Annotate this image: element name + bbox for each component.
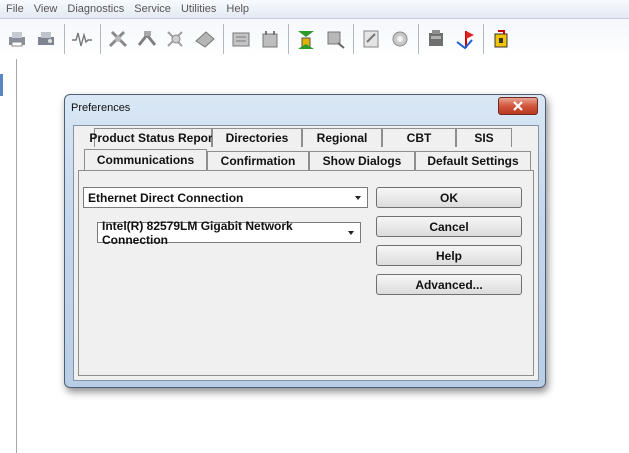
- connect-ecu-button[interactable]: [293, 24, 319, 54]
- printer-button[interactable]: [4, 24, 30, 54]
- diagnostic-tool-1-icon: [108, 30, 128, 48]
- connection-type-dropdown[interactable]: Ethernet Direct Connection: [83, 187, 368, 208]
- toolbar-separator: [288, 24, 289, 54]
- chevron-down-icon: [348, 231, 354, 235]
- toolbar-separator: [223, 24, 224, 54]
- settings-gear-icon: [392, 31, 408, 47]
- diagnostic-tool-3-button[interactable]: [163, 24, 189, 54]
- diagnostic-tool-4-button[interactable]: [192, 24, 218, 54]
- dialog-client-area: Product Status Report Directories Region…: [73, 125, 539, 381]
- toolbar: [0, 19, 629, 59]
- printer-icon: [9, 32, 25, 47]
- toolbar-separator: [64, 24, 65, 54]
- exit-icon: [494, 30, 508, 48]
- tab-regional[interactable]: Regional: [302, 128, 382, 147]
- network-adapter-value: Intel(R) 82579LM Gigabit Network Connect…: [102, 218, 293, 247]
- exit-button[interactable]: [488, 24, 514, 54]
- tab-default-settings[interactable]: Default Settings: [415, 151, 531, 170]
- waveform-icon: [72, 32, 92, 47]
- settings-gear-button[interactable]: [387, 24, 413, 54]
- diagnostic-tool-3-icon: [167, 31, 183, 47]
- manual-book-button[interactable]: [228, 24, 254, 54]
- left-edge-marker: [0, 74, 3, 96]
- toolbar-separator: [483, 24, 484, 54]
- tab-confirmation[interactable]: Confirmation: [207, 151, 309, 170]
- communications-tab-page: Ethernet Direct Connection Intel(R) 8257…: [78, 170, 534, 376]
- tab-show-dialogs[interactable]: Show Dialogs: [309, 151, 415, 170]
- menu-help[interactable]: Help: [221, 0, 254, 19]
- chevron-down-icon: [355, 196, 361, 200]
- data-transfer-icon: [327, 31, 345, 49]
- cancel-button[interactable]: Cancel: [376, 216, 522, 237]
- diagnostic-tool-2-button[interactable]: [134, 24, 160, 54]
- data-transfer-button[interactable]: [322, 24, 348, 54]
- tab-communications[interactable]: Communications: [84, 149, 207, 170]
- diagnostic-tool-2-icon: [137, 31, 157, 46]
- notepad-icon: [363, 30, 379, 48]
- connect-ecu-icon: [298, 31, 314, 49]
- module-test-icon: [262, 31, 278, 48]
- flag-button[interactable]: [452, 24, 478, 54]
- tab-sis[interactable]: SIS: [456, 128, 512, 147]
- waveform-button[interactable]: [69, 24, 95, 54]
- diagnostic-tool-1-button[interactable]: [105, 24, 131, 54]
- menu-diagnostics[interactable]: Diagnostics: [62, 0, 129, 19]
- printer-setup-button[interactable]: [33, 24, 59, 54]
- menu-file[interactable]: File: [1, 0, 29, 19]
- preferences-dialog: Preferences Product Status Report Direct…: [64, 94, 546, 388]
- connection-type-value: Ethernet Direct Connection: [88, 190, 244, 205]
- manual-book-icon: [232, 32, 250, 47]
- close-button[interactable]: [498, 97, 538, 115]
- toolbar-separator: [418, 24, 419, 54]
- left-divider: [16, 59, 17, 453]
- toolbar-separator: [100, 24, 101, 54]
- toolbar-separator: [353, 24, 354, 54]
- ok-button[interactable]: OK: [376, 187, 522, 208]
- flag-icon: [456, 31, 474, 50]
- vehicle-icon: [429, 30, 443, 46]
- dialog-title: Preferences: [71, 102, 131, 114]
- printer-setup-icon: [38, 32, 54, 45]
- help-button[interactable]: Help: [376, 245, 522, 266]
- close-icon: [513, 101, 523, 111]
- menu-bar: File View Diagnostics Service Utilities …: [0, 0, 629, 19]
- diagnostic-tool-4-icon: [195, 31, 215, 48]
- module-test-button[interactable]: [257, 24, 283, 54]
- tab-product-status-report[interactable]: Product Status Report: [89, 128, 217, 147]
- tab-cbt[interactable]: CBT: [382, 128, 456, 147]
- tab-directories[interactable]: Directories: [212, 128, 302, 147]
- vehicle-button[interactable]: [423, 24, 449, 54]
- menu-view[interactable]: View: [29, 0, 63, 19]
- network-adapter-dropdown[interactable]: Intel(R) 82579LM Gigabit Network Connect…: [97, 219, 361, 247]
- menu-utilities[interactable]: Utilities: [176, 0, 221, 19]
- advanced-button[interactable]: Advanced...: [376, 274, 522, 295]
- notepad-button[interactable]: [358, 24, 384, 54]
- menu-service[interactable]: Service: [129, 0, 176, 19]
